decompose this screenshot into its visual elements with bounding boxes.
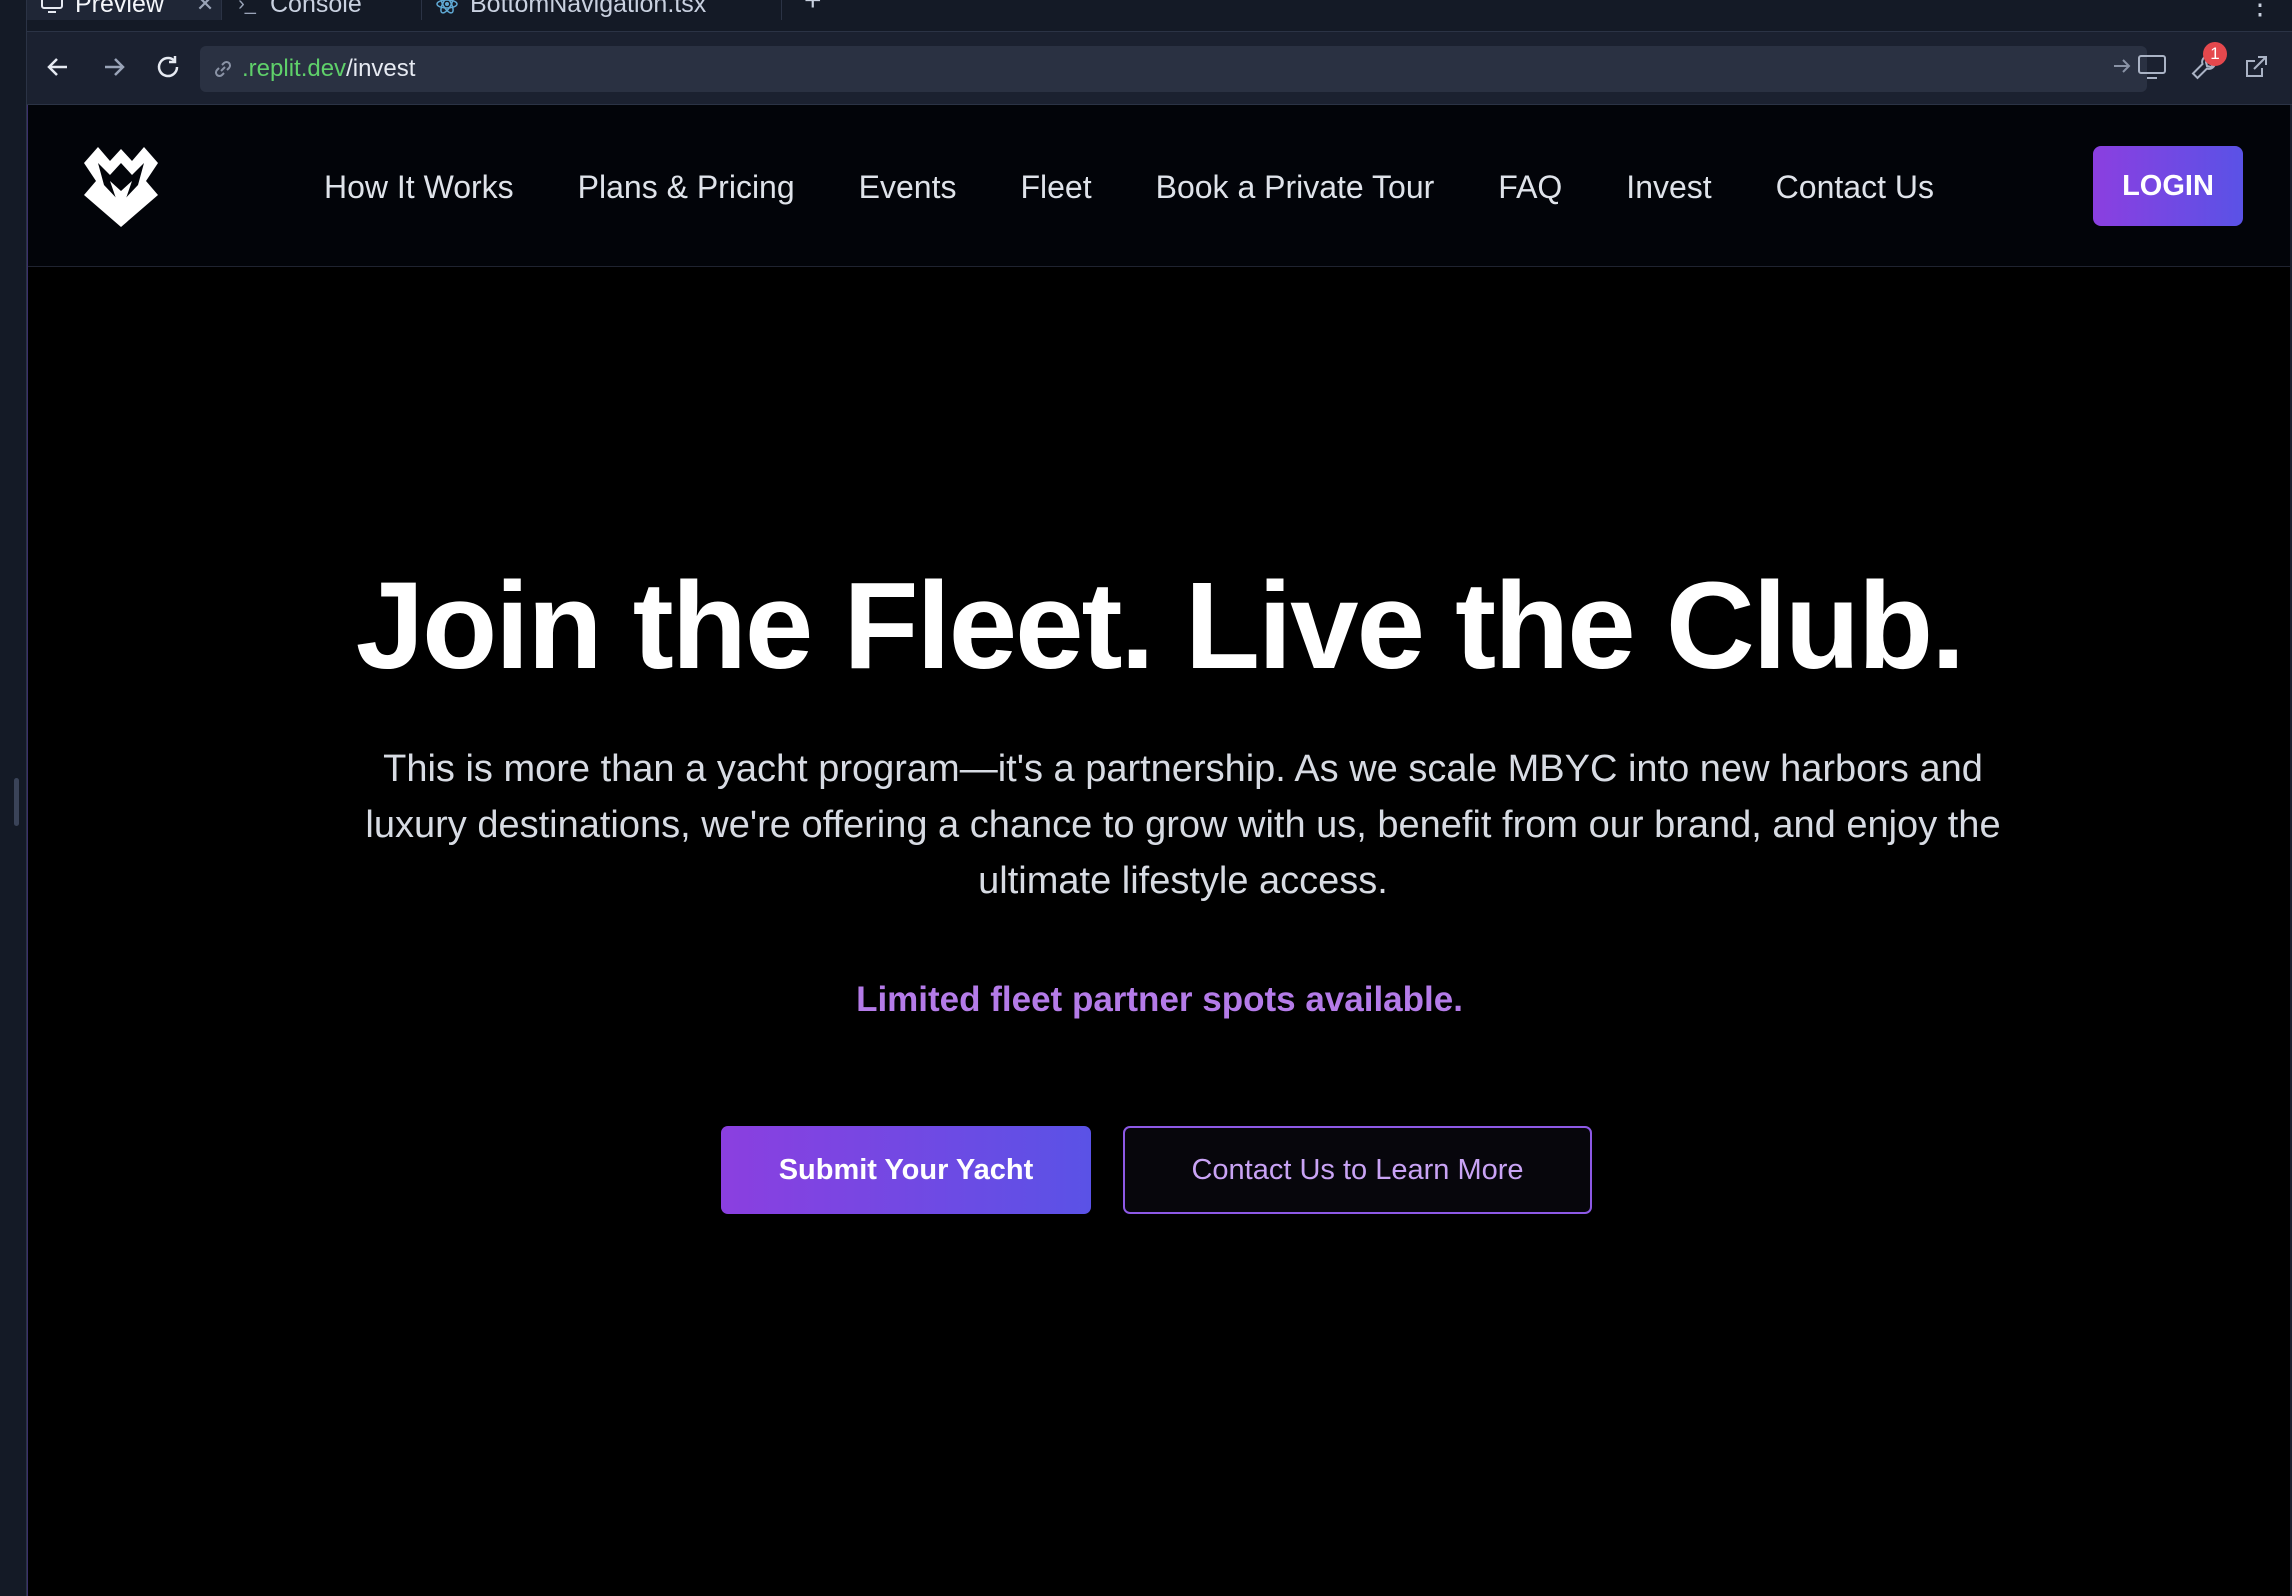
devices-button[interactable] <box>2135 50 2169 84</box>
nav-book-private-tour[interactable]: Book a Private Tour <box>1156 169 1435 206</box>
terminal-icon: ›_ <box>238 0 256 15</box>
arrow-left-icon <box>47 58 67 76</box>
tab-label: Preview <box>75 0 164 18</box>
monitor-icon <box>2138 55 2166 79</box>
nav-contact-us[interactable]: Contact Us <box>1776 169 1934 206</box>
nav-invest[interactable]: Invest <box>1626 169 1711 206</box>
react-icon <box>436 0 458 15</box>
notification-badge: 1 <box>2203 42 2227 66</box>
back-button[interactable] <box>41 50 75 84</box>
tab-label: Console <box>270 0 362 18</box>
close-icon[interactable]: ✕ <box>196 0 214 17</box>
url-host: .replit.dev <box>242 55 347 82</box>
external-link-icon <box>2246 56 2267 77</box>
nav-how-it-works[interactable]: How It Works <box>324 169 514 206</box>
tab-preview[interactable]: Preview ✕ <box>27 0 222 20</box>
nav-plans-pricing[interactable]: Plans & Pricing <box>578 169 795 206</box>
tab-label: BottomNavigation.tsx <box>470 0 707 18</box>
hero-note: Limited fleet partner spots available. <box>856 980 1463 1019</box>
submit-yacht-button[interactable]: Submit Your Yacht <box>721 1126 1091 1214</box>
url-path: /invest <box>346 55 416 82</box>
add-tab-button[interactable]: + <box>782 0 844 18</box>
workspace-left-gutter <box>0 0 27 1596</box>
resize-handle[interactable] <box>14 778 19 826</box>
preview-toolbar: .replit.dev/invest 1 <box>27 32 2292 105</box>
hero-title: Join the Fleet. Live the Club. <box>355 558 1966 695</box>
tab-console[interactable]: ›_ Console <box>222 0 422 20</box>
url-input[interactable]: .replit.dev/invest <box>200 46 2147 92</box>
reload-icon <box>157 56 179 78</box>
more-options-icon[interactable]: ⋮ <box>2246 0 2274 21</box>
tab-bar: Preview ✕ ›_ Console BottomNavigation.ts… <box>27 0 2292 32</box>
nav-events[interactable]: Events <box>859 169 957 206</box>
reload-button[interactable] <box>151 50 185 84</box>
open-new-tab-button[interactable] <box>2239 50 2273 84</box>
mbyc-logo-icon[interactable] <box>80 141 162 229</box>
site-header: How It Works Plans & Pricing Events Flee… <box>28 105 2290 267</box>
go-arrow-icon[interactable] <box>2111 55 2133 84</box>
monitor-icon <box>41 0 63 15</box>
arrow-right-icon <box>105 58 125 76</box>
nav-fleet[interactable]: Fleet <box>1020 169 1091 206</box>
main-nav: How It Works Plans & Pricing Events Flee… <box>324 162 1934 212</box>
tab-file[interactable]: BottomNavigation.tsx <box>422 0 782 20</box>
login-button[interactable]: LOGIN <box>2093 146 2243 226</box>
devtools-button[interactable]: 1 <box>2187 42 2227 84</box>
contact-learn-more-button[interactable]: Contact Us to Learn More <box>1123 1126 1592 1214</box>
web-preview: How It Works Plans & Pricing Events Flee… <box>27 105 2290 1596</box>
forward-button[interactable] <box>97 50 131 84</box>
nav-faq[interactable]: FAQ <box>1498 169 1562 206</box>
link-icon <box>212 58 234 80</box>
hero-subtitle: This is more than a yacht program—it's a… <box>365 748 2001 902</box>
